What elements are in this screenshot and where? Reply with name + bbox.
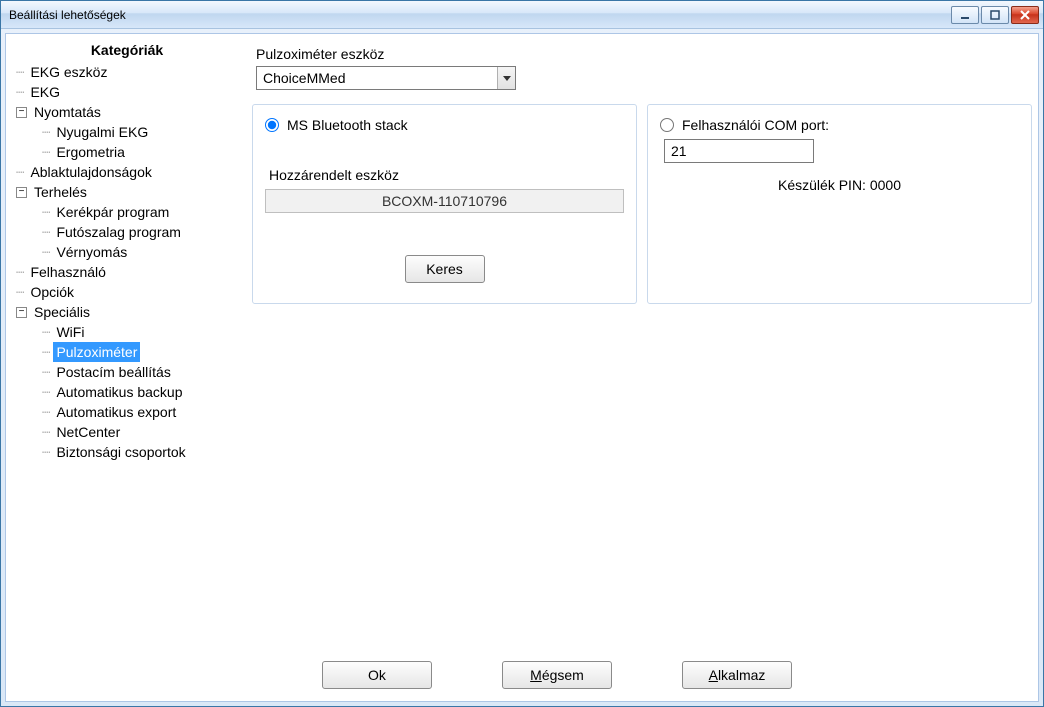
tree-item-label: Opciók	[27, 282, 77, 302]
search-button[interactable]: Keres	[405, 255, 485, 283]
tree-item-label: Terhelés	[31, 182, 90, 202]
tree-item-label: Nyugalmi EKG	[53, 122, 151, 142]
panels-row: MS Bluetooth stack Hozzárendelt eszköz B…	[252, 104, 1032, 304]
tree-item-label: NetCenter	[53, 422, 123, 442]
tree-item-felhaszn-l[interactable]: ┈Felhasználó	[12, 262, 242, 282]
tree-item-label: Speciális	[31, 302, 93, 322]
tree-item-ergometria[interactable]: ┈Ergometria	[12, 142, 242, 162]
minimize-button[interactable]	[951, 6, 979, 24]
bluetooth-panel: MS Bluetooth stack Hozzárendelt eszköz B…	[252, 104, 637, 304]
tree-item-ekg-eszk-z[interactable]: ┈EKG eszköz	[12, 62, 242, 82]
tree-item-terhel-s[interactable]: −Terhelés	[12, 182, 242, 202]
device-combobox[interactable]	[256, 66, 516, 90]
tree-expander-icon[interactable]: −	[16, 107, 27, 118]
tree-item-label: Biztonsági csoportok	[53, 442, 188, 462]
tree-item-label: EKG	[27, 82, 63, 102]
tree-item-label: Kerékpár program	[53, 202, 172, 222]
tree-item-postac-m-be-ll-t-s[interactable]: ┈Postacím beállítás	[12, 362, 242, 382]
cancel-button[interactable]: Mégsem	[502, 661, 612, 689]
tree-item-label: Pulzoximéter	[53, 342, 140, 362]
comport-radio[interactable]	[660, 118, 674, 132]
window-title: Beállítási lehetőségek	[9, 8, 951, 22]
device-label: Pulzoximéter eszköz	[256, 46, 1032, 62]
tree-item-pulzoxim-ter[interactable]: ┈Pulzoximéter	[12, 342, 242, 362]
tree-item-nyugalmi-ekg[interactable]: ┈Nyugalmi EKG	[12, 122, 242, 142]
bluetooth-radio-row[interactable]: MS Bluetooth stack	[265, 117, 624, 133]
tree-item-v-rnyom-s[interactable]: ┈Vérnyomás	[12, 242, 242, 262]
apply-button[interactable]: Alkalmaz	[682, 661, 792, 689]
chevron-down-icon	[503, 74, 511, 82]
tree-item-label: WiFi	[53, 322, 87, 342]
button-bar: Ok Mégsem Alkalmaz	[82, 651, 1032, 695]
device-combo-input[interactable]	[256, 66, 516, 90]
category-tree[interactable]: ┈EKG eszköz┈EKG−Nyomtatás┈Nyugalmi EKG┈E…	[12, 62, 242, 651]
sidebar: Kategóriák ┈EKG eszköz┈EKG−Nyomtatás┈Nyu…	[12, 40, 242, 651]
maximize-icon	[989, 9, 1001, 21]
tree-item-opci-k[interactable]: ┈Opciók	[12, 282, 242, 302]
assigned-device-label: Hozzárendelt eszköz	[269, 167, 624, 183]
tree-item-label: Postacím beállítás	[53, 362, 173, 382]
main-panel: Pulzoximéter eszköz MS Bluetooth stack H…	[252, 40, 1032, 651]
tree-item-ekg[interactable]: ┈EKG	[12, 82, 242, 102]
tree-item-automatikus-export[interactable]: ┈Automatikus export	[12, 402, 242, 422]
device-combo-button[interactable]	[497, 67, 515, 89]
tree-item-biztons-gi-csoportok[interactable]: ┈Biztonsági csoportok	[12, 442, 242, 462]
titlebar: Beállítási lehetőségek	[1, 1, 1043, 29]
tree-item-ker-kp-r-program[interactable]: ┈Kerékpár program	[12, 202, 242, 222]
window-controls	[951, 6, 1039, 24]
settings-window: Beállítási lehetőségek Kategóriák ┈EKG e…	[0, 0, 1044, 707]
assigned-device-value: BCOXM-110710796	[265, 189, 624, 213]
tree-item-label: Automatikus export	[53, 402, 179, 422]
content-row: Kategóriák ┈EKG eszköz┈EKG−Nyomtatás┈Nyu…	[12, 40, 1032, 651]
tree-item-speci-lis[interactable]: −Speciális	[12, 302, 242, 322]
tree-item-label: Vérnyomás	[53, 242, 130, 262]
comport-input[interactable]	[664, 139, 814, 163]
minimize-icon	[959, 9, 971, 21]
device-pin-label: Készülék PIN: 0000	[660, 177, 1019, 193]
tree-item-nyomtat-s[interactable]: −Nyomtatás	[12, 102, 242, 122]
close-icon	[1019, 9, 1031, 21]
bluetooth-radio-label: MS Bluetooth stack	[287, 117, 408, 133]
close-button[interactable]	[1011, 6, 1039, 24]
comport-panel: Felhasználói COM port: Készülék PIN: 000…	[647, 104, 1032, 304]
tree-item-wifi[interactable]: ┈WiFi	[12, 322, 242, 342]
ok-button[interactable]: Ok	[322, 661, 432, 689]
tree-item-fut-szalag-program[interactable]: ┈Futószalag program	[12, 222, 242, 242]
tree-item-label: Felhasználó	[27, 262, 109, 282]
comport-radio-label: Felhasználói COM port:	[682, 117, 829, 133]
comport-radio-row[interactable]: Felhasználói COM port:	[660, 117, 1019, 133]
bluetooth-radio[interactable]	[265, 118, 279, 132]
tree-item-label: Automatikus backup	[53, 382, 185, 402]
tree-item-ablaktulajdons-gok[interactable]: ┈Ablaktulajdonságok	[12, 162, 242, 182]
tree-item-label: Nyomtatás	[31, 102, 104, 122]
tree-item-label: EKG eszköz	[27, 62, 110, 82]
tree-expander-icon[interactable]: −	[16, 187, 27, 198]
sidebar-header: Kategóriák	[12, 40, 242, 62]
client-area: Kategóriák ┈EKG eszköz┈EKG−Nyomtatás┈Nyu…	[5, 33, 1039, 702]
tree-expander-icon[interactable]: −	[16, 307, 27, 318]
tree-item-automatikus-backup[interactable]: ┈Automatikus backup	[12, 382, 242, 402]
tree-item-label: Ergometria	[53, 142, 127, 162]
tree-item-label: Futószalag program	[53, 222, 184, 242]
tree-item-netcenter[interactable]: ┈NetCenter	[12, 422, 242, 442]
tree-item-label: Ablaktulajdonságok	[27, 162, 154, 182]
maximize-button[interactable]	[981, 6, 1009, 24]
